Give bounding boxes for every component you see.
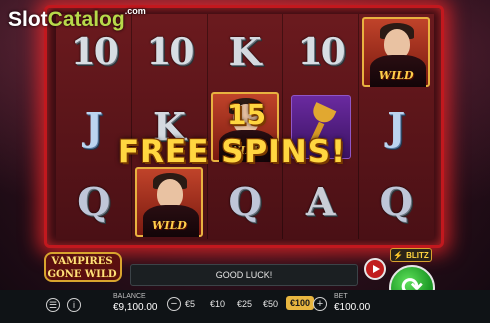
reel-cell: Q <box>207 164 283 239</box>
reel-divider <box>131 14 132 239</box>
info-glyph: i <box>73 300 75 310</box>
symbol-queen: Q <box>77 179 111 224</box>
balance-label: BALANCE <box>113 293 146 300</box>
wild-vampire-symbol: WILD <box>362 16 431 87</box>
wild-vampire-symbol: WILD <box>135 166 204 237</box>
symbol-jack: J <box>84 104 103 149</box>
message-bar: GOOD LUCK! <box>130 264 358 286</box>
free-spins-banner: FREE SPINS! <box>118 134 347 170</box>
logo-line1: VAMPIRES <box>51 256 113 267</box>
play-icon <box>372 265 380 273</box>
game-logo: VAMPIRES GONE WILD <box>40 250 124 284</box>
bet-chip-selected[interactable]: €100 <box>286 296 315 310</box>
symbol-king: K <box>228 29 262 74</box>
symbol-jack: J <box>387 104 406 149</box>
wild-label: WILD <box>378 68 414 82</box>
chalice-cup <box>309 101 336 126</box>
symbol-ace: A <box>305 179 336 224</box>
menu-icon[interactable]: ☰ <box>46 298 60 312</box>
symbol-ten: 10 <box>297 30 346 73</box>
symbol-ten: 10 <box>70 30 119 73</box>
reel-cell: Q <box>56 164 132 239</box>
reel-cell: Q <box>358 164 434 239</box>
reel-divider <box>358 14 359 239</box>
reel-cell: WILD <box>132 164 208 239</box>
bet-chip[interactable]: €50 <box>263 299 278 309</box>
plus-icon: + <box>316 297 324 310</box>
reel-cell: A <box>283 164 359 239</box>
wild-label: WILD <box>152 218 187 232</box>
watermark-part2: Catalog <box>47 8 125 31</box>
blitz-button[interactable]: ⚡ BLITZ <box>390 248 432 262</box>
balance-display: BALANCE €9,100.00 <box>113 293 158 313</box>
bet-chip[interactable]: €10 <box>210 299 225 309</box>
bet-chip[interactable]: €5 <box>185 299 195 309</box>
reel-cell: 10 <box>283 14 359 89</box>
reel-divider <box>207 14 208 239</box>
reel-cell: J <box>358 89 434 164</box>
watermark-sup: .com <box>124 6 146 16</box>
reel-cell: K <box>207 14 283 89</box>
message-text: GOOD LUCK! <box>215 270 273 280</box>
reel-divider <box>282 14 283 239</box>
logo-line2: GONE WILD <box>47 269 117 280</box>
bet-label: BET <box>334 293 348 300</box>
symbol-queen: Q <box>379 179 413 224</box>
symbol-queen: Q <box>228 179 262 224</box>
symbol-ten: 10 <box>146 30 194 73</box>
blitz-label: BLITZ <box>406 250 429 260</box>
watermark-part1: Slot <box>8 8 48 31</box>
balance-value: €9,100.00 <box>113 302 158 313</box>
bet-chip[interactable]: €25 <box>237 299 252 309</box>
bet-increase-button[interactable]: + <box>313 297 327 311</box>
info-icon[interactable]: i <box>67 298 81 312</box>
bet-display: BET €100.00 <box>334 293 370 313</box>
menu-glyph: ☰ <box>48 299 58 310</box>
free-spins-count: 15 <box>227 98 266 131</box>
reel-cell: WILD <box>358 14 434 89</box>
watermark: SlotCatalog.com <box>8 6 146 32</box>
blitz-icon: ⚡ <box>393 250 404 260</box>
bet-decrease-button[interactable]: − <box>167 297 181 311</box>
minus-icon: − <box>170 297 178 310</box>
autoplay-button[interactable] <box>364 258 386 280</box>
bet-value: €100.00 <box>334 302 371 313</box>
